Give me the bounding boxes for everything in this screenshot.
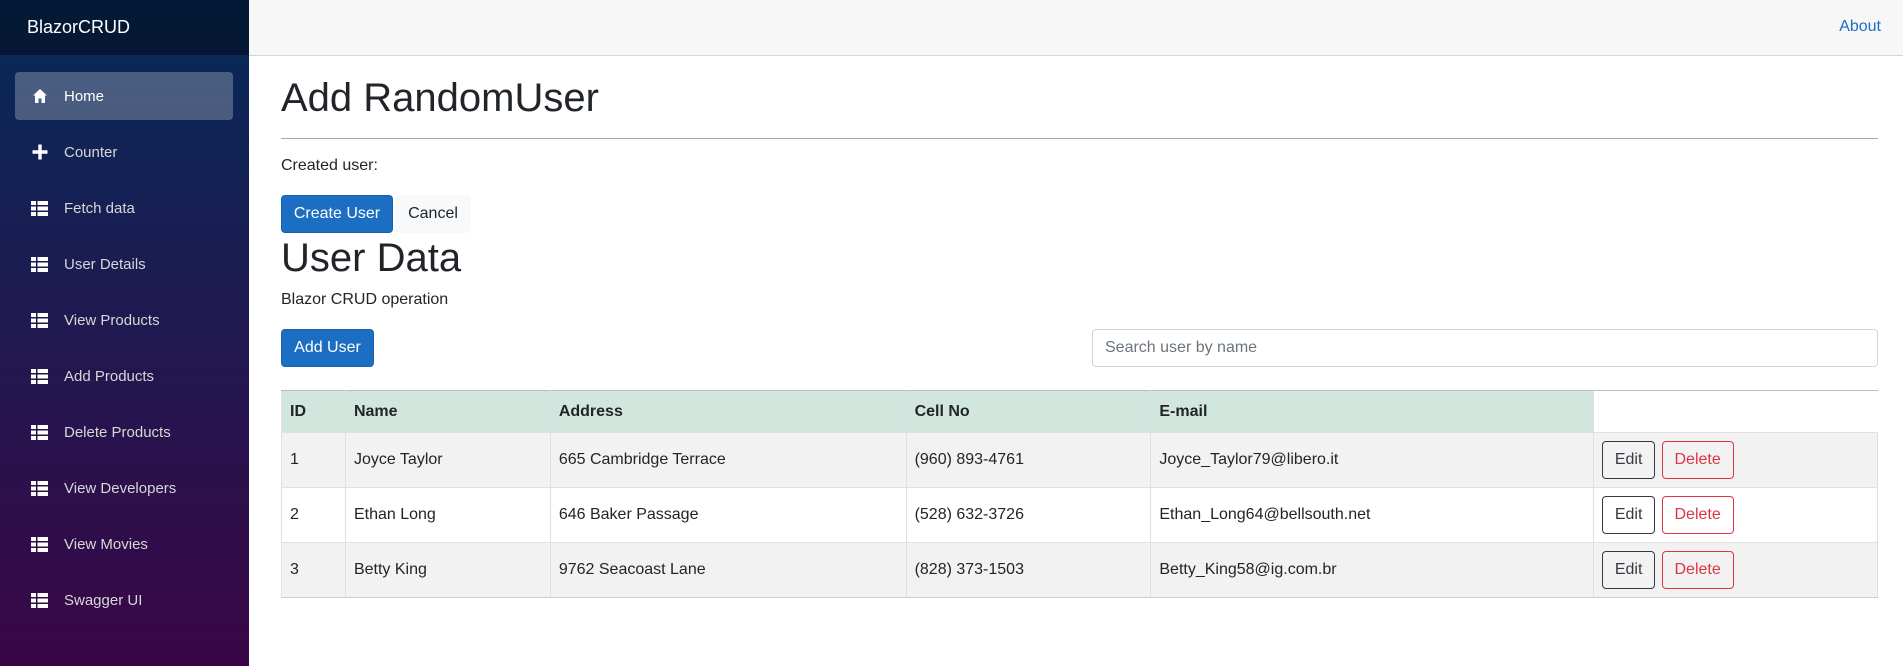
list-icon xyxy=(30,591,49,610)
column-header-id: ID xyxy=(281,390,346,433)
sidebar: BlazorCRUD Home Counter Fetch data User … xyxy=(0,0,249,666)
cancel-button[interactable]: Cancel xyxy=(395,195,471,233)
sidebar-item-label: Swagger UI xyxy=(64,591,143,609)
delete-button[interactable]: Delete xyxy=(1661,496,1734,534)
sidebar-item-label: User Details xyxy=(64,255,146,273)
sidebar-item-label: View Movies xyxy=(64,535,148,553)
brand-link[interactable]: BlazorCRUD xyxy=(27,17,130,38)
cell-email: Betty_King58@ig.com.br xyxy=(1150,542,1595,598)
sidebar-item-fetch-data[interactable]: Fetch data xyxy=(15,184,233,232)
sidebar-item-label: Fetch data xyxy=(64,199,135,217)
cell-email: Ethan_Long64@bellsouth.net xyxy=(1150,487,1595,543)
section-title: User Data xyxy=(281,236,462,280)
edit-button[interactable]: Edit xyxy=(1602,551,1656,589)
cell-id: 1 xyxy=(281,432,346,488)
sidebar-item-view-movies[interactable]: View Movies xyxy=(15,520,233,568)
cell-actions: Edit Delete xyxy=(1593,542,1878,598)
cell-cell-no: (528) 632-3726 xyxy=(905,487,1152,543)
sidebar-item-label: Counter xyxy=(64,143,118,161)
list-icon xyxy=(30,199,49,218)
sidebar-item-label: Delete Products xyxy=(64,423,171,441)
cell-address: 665 Cambridge Terrace xyxy=(549,432,907,488)
table-header-row: ID Name Address Cell No E-mail xyxy=(281,390,1878,433)
cell-name: Ethan Long xyxy=(344,487,551,543)
created-user-label: Created user: xyxy=(281,157,378,174)
cell-cell-no: (960) 893-4761 xyxy=(905,432,1152,488)
user-table: ID Name Address Cell No E-mail 1 Joyce T… xyxy=(281,390,1878,598)
list-icon xyxy=(30,311,49,330)
sidebar-item-delete-products[interactable]: Delete Products xyxy=(15,408,233,456)
page-title: Add RandomUser xyxy=(281,76,599,120)
cell-id: 2 xyxy=(281,487,346,543)
search-input[interactable] xyxy=(1092,329,1878,367)
brand-bar: BlazorCRUD xyxy=(0,0,249,55)
column-header-name: Name xyxy=(344,390,551,433)
list-icon xyxy=(30,479,49,498)
list-icon xyxy=(30,535,49,554)
top-bar: About xyxy=(249,0,1903,56)
cell-address: 9762 Seacoast Lane xyxy=(549,542,907,598)
sidebar-item-view-developers[interactable]: View Developers xyxy=(15,464,233,512)
cell-actions: Edit Delete xyxy=(1593,432,1878,488)
sidebar-item-label: View Developers xyxy=(64,479,177,497)
sidebar-item-label: View Products xyxy=(64,311,160,329)
sidebar-item-swagger-ui[interactable]: Swagger UI xyxy=(15,576,233,624)
sidebar-item-user-details[interactable]: User Details xyxy=(15,240,233,288)
sidebar-item-view-products[interactable]: View Products xyxy=(15,296,233,344)
sidebar-item-label: Add Products xyxy=(64,367,155,385)
sidebar-item-counter[interactable]: Counter xyxy=(15,128,233,176)
cell-name: Joyce Taylor xyxy=(344,432,551,488)
list-icon xyxy=(30,367,49,386)
list-icon xyxy=(30,255,49,274)
column-header-address: Address xyxy=(549,390,907,433)
home-icon xyxy=(30,87,49,106)
cell-address: 646 Baker Passage xyxy=(549,487,907,543)
cell-cell-no: (828) 373-1503 xyxy=(905,542,1152,598)
edit-button[interactable]: Edit xyxy=(1602,441,1656,479)
sidebar-item-label: Home xyxy=(64,87,105,105)
cell-actions: Edit Delete xyxy=(1593,487,1878,543)
nav-menu: Home Counter Fetch data User Details Vie… xyxy=(0,55,249,624)
column-header-email: E-mail xyxy=(1150,390,1595,433)
add-user-button[interactable]: Add User xyxy=(281,329,374,367)
cell-id: 3 xyxy=(281,542,346,598)
delete-button[interactable]: Delete xyxy=(1661,441,1734,479)
section-subtitle: Blazor CRUD operation xyxy=(281,291,449,308)
column-header-cell-no: Cell No xyxy=(905,390,1152,433)
sidebar-item-home[interactable]: Home xyxy=(15,72,233,120)
table-row: 2 Ethan Long 646 Baker Passage (528) 632… xyxy=(281,487,1878,543)
cell-name: Betty King xyxy=(344,542,551,598)
edit-button[interactable]: Edit xyxy=(1602,496,1656,534)
delete-button[interactable]: Delete xyxy=(1661,551,1734,589)
list-icon xyxy=(30,423,49,442)
sidebar-item-add-products[interactable]: Add Products xyxy=(15,352,233,400)
about-link[interactable]: About xyxy=(1839,18,1881,36)
plus-icon xyxy=(30,143,49,162)
create-user-button[interactable]: Create User xyxy=(281,195,393,233)
divider xyxy=(281,138,1878,139)
cell-email: Joyce_Taylor79@libero.it xyxy=(1150,432,1595,488)
column-header-actions xyxy=(1593,390,1878,433)
table-row: 3 Betty King 9762 Seacoast Lane (828) 37… xyxy=(281,542,1878,598)
table-row: 1 Joyce Taylor 665 Cambridge Terrace (96… xyxy=(281,432,1878,488)
